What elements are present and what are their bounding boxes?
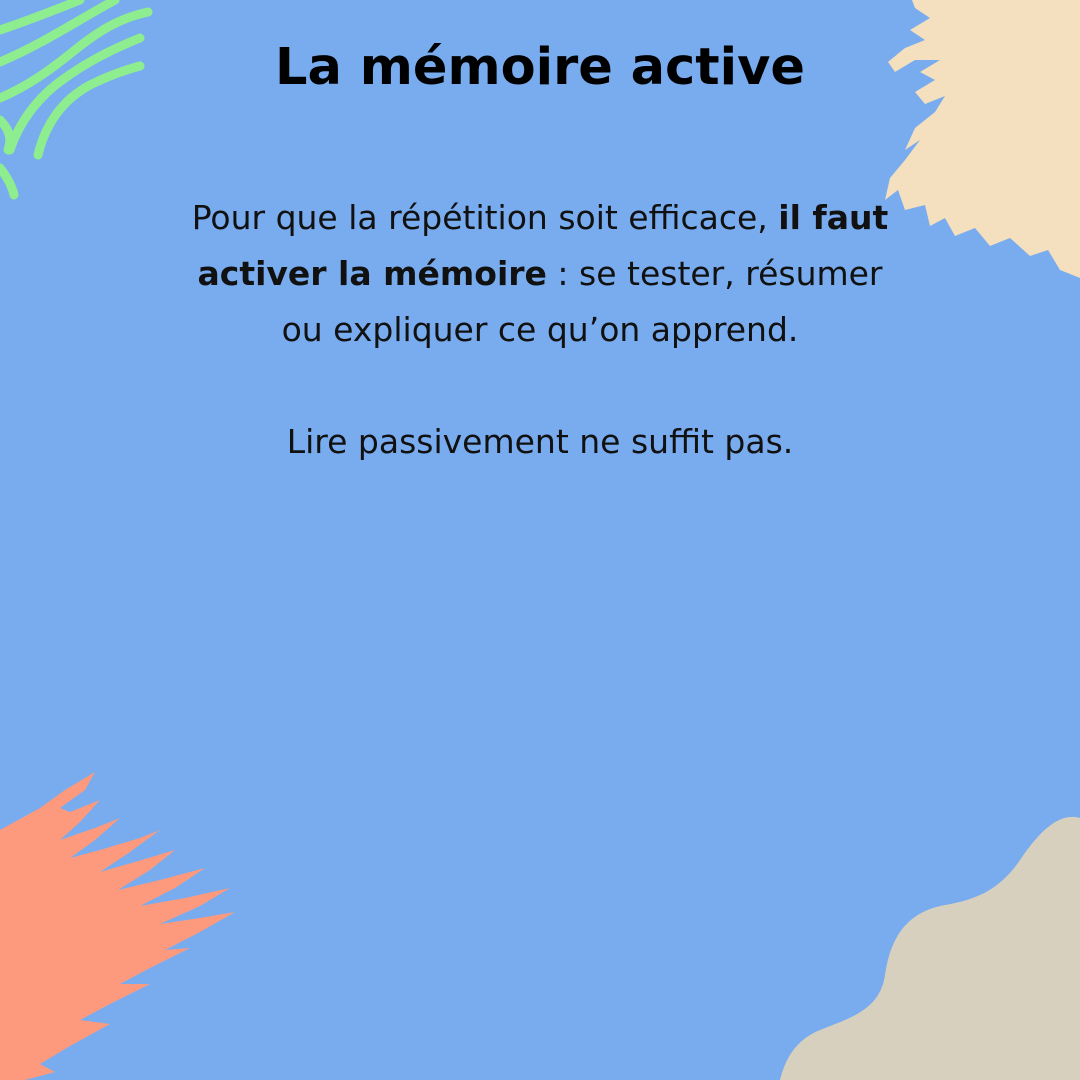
closing-line: Lire passivement ne suffit pas.: [286, 422, 794, 461]
background-decoration: [0, 0, 1080, 1080]
body-text: Pour que la répétition soit efficace, il…: [190, 190, 890, 470]
paragraph-part-1: Pour que la répétition soit efficace,: [191, 198, 779, 237]
main-paragraph: Pour que la répétition soit efficace, il…: [190, 190, 890, 358]
page-title: La mémoire active: [275, 38, 805, 97]
slide: La mémoire active Pour que la répétition…: [0, 0, 1080, 1080]
